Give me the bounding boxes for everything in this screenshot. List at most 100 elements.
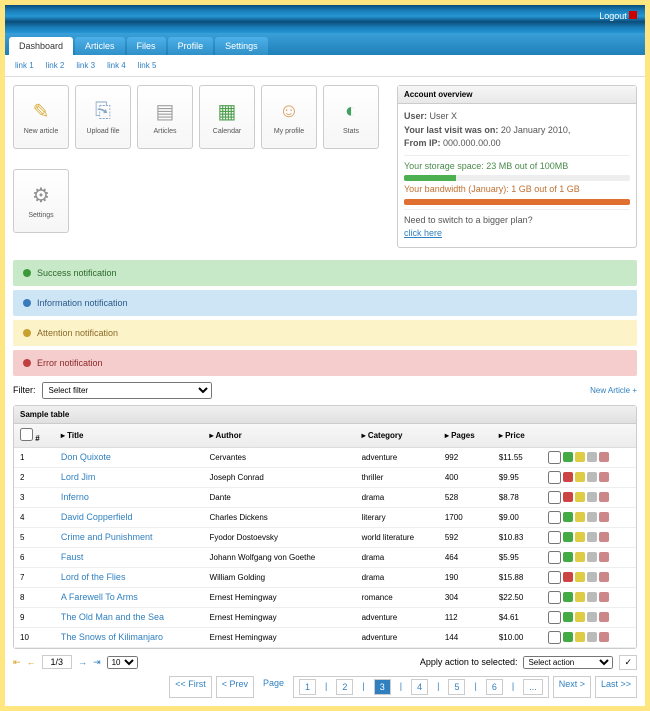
delete-icon[interactable]: [599, 472, 609, 482]
tile-new-article[interactable]: ✎New article: [13, 85, 69, 149]
per-page-select[interactable]: 10: [107, 656, 138, 669]
view-icon[interactable]: [587, 552, 597, 562]
col-header[interactable]: ▸ Author: [204, 424, 356, 448]
edit-icon[interactable]: [575, 632, 585, 642]
tile-my-profile[interactable]: ☺My profile: [261, 85, 317, 149]
delete-icon[interactable]: [599, 552, 609, 562]
row-checkbox[interactable]: [548, 471, 561, 484]
view-icon[interactable]: [587, 632, 597, 642]
delete-icon[interactable]: [599, 572, 609, 582]
status-error-icon[interactable]: [563, 472, 573, 482]
row-title-link[interactable]: Don Quixote: [61, 452, 111, 462]
upgrade-link[interactable]: click here: [404, 228, 442, 238]
col-header[interactable]: [542, 424, 636, 448]
sublink[interactable]: link 5: [138, 61, 157, 70]
view-icon[interactable]: [587, 452, 597, 462]
last-page-icon[interactable]: ⇥: [93, 657, 101, 668]
edit-icon[interactable]: [575, 512, 585, 522]
row-title-link[interactable]: Crime and Punishment: [61, 532, 153, 542]
tab-articles[interactable]: Articles: [75, 37, 125, 55]
pager-page[interactable]: 2: [336, 679, 353, 695]
view-icon[interactable]: [587, 532, 597, 542]
status-error-icon[interactable]: [563, 492, 573, 502]
status-ok-icon[interactable]: [563, 552, 573, 562]
edit-icon[interactable]: [575, 552, 585, 562]
row-title-link[interactable]: Inferno: [61, 492, 89, 502]
tile-settings[interactable]: ⚙Settings: [13, 169, 69, 233]
edit-icon[interactable]: [575, 572, 585, 582]
status-ok-icon[interactable]: [563, 512, 573, 522]
tab-dashboard[interactable]: Dashboard: [9, 37, 73, 55]
view-icon[interactable]: [587, 492, 597, 502]
pager-page[interactable]: 6: [486, 679, 503, 695]
tile-calendar[interactable]: ▦Calendar: [199, 85, 255, 149]
delete-icon[interactable]: [599, 612, 609, 622]
row-title-link[interactable]: The Snows of Kilimanjaro: [61, 632, 163, 642]
sublink[interactable]: link 2: [46, 61, 65, 70]
col-header[interactable]: #: [14, 424, 55, 448]
status-ok-icon[interactable]: [563, 532, 573, 542]
pager-page[interactable]: 4: [411, 679, 428, 695]
view-icon[interactable]: [587, 512, 597, 522]
row-checkbox[interactable]: [548, 511, 561, 524]
row-title-link[interactable]: Faust: [61, 552, 84, 562]
new-article-button[interactable]: New Article +: [590, 386, 637, 395]
view-icon[interactable]: [587, 572, 597, 582]
row-title-link[interactable]: Lord Jim: [61, 472, 96, 482]
pager-page[interactable]: 1: [299, 679, 316, 695]
apply-action-select[interactable]: Select action: [523, 656, 613, 669]
tab-settings[interactable]: Settings: [215, 37, 268, 55]
sublink[interactable]: link 1: [15, 61, 34, 70]
edit-icon[interactable]: [575, 472, 585, 482]
row-title-link[interactable]: The Old Man and the Sea: [61, 612, 164, 622]
row-checkbox[interactable]: [548, 611, 561, 624]
delete-icon[interactable]: [599, 492, 609, 502]
status-ok-icon[interactable]: [563, 632, 573, 642]
pager-first[interactable]: << First: [169, 676, 212, 698]
delete-icon[interactable]: [599, 452, 609, 462]
prev-page-icon[interactable]: ←: [27, 657, 36, 667]
row-checkbox[interactable]: [548, 631, 561, 644]
view-icon[interactable]: [587, 592, 597, 602]
pager-page[interactable]: ...: [523, 679, 543, 695]
view-icon[interactable]: [587, 472, 597, 482]
pager-page[interactable]: 3: [374, 679, 391, 695]
tile-articles[interactable]: ▤Articles: [137, 85, 193, 149]
select-all-checkbox[interactable]: [20, 428, 33, 441]
col-header[interactable]: ▸ Price: [493, 424, 542, 448]
row-checkbox[interactable]: [548, 571, 561, 584]
logout-link[interactable]: Logout: [599, 11, 637, 21]
row-checkbox[interactable]: [548, 551, 561, 564]
pager-next[interactable]: Next >: [553, 676, 591, 698]
sublink[interactable]: link 3: [76, 61, 95, 70]
tab-profile[interactable]: Profile: [168, 37, 214, 55]
pager-page[interactable]: 5: [448, 679, 465, 695]
row-checkbox[interactable]: [548, 531, 561, 544]
apply-button[interactable]: ✓: [619, 655, 637, 670]
row-title-link[interactable]: A Farewell To Arms: [61, 592, 138, 602]
row-title-link[interactable]: Lord of the Flies: [61, 572, 126, 582]
tile-upload-file[interactable]: ⎘Upload file: [75, 85, 131, 149]
tile-stats[interactable]: ◐Stats: [323, 85, 379, 149]
col-header[interactable]: ▸ Category: [356, 424, 439, 448]
delete-icon[interactable]: [599, 632, 609, 642]
tab-files[interactable]: Files: [127, 37, 166, 55]
first-page-icon[interactable]: ⇤: [13, 657, 21, 668]
filter-select[interactable]: Select filter: [42, 382, 212, 399]
delete-icon[interactable]: [599, 532, 609, 542]
edit-icon[interactable]: [575, 592, 585, 602]
edit-icon[interactable]: [575, 452, 585, 462]
delete-icon[interactable]: [599, 592, 609, 602]
row-checkbox[interactable]: [548, 591, 561, 604]
pager-last[interactable]: Last >>: [595, 676, 637, 698]
row-title-link[interactable]: David Copperfield: [61, 512, 133, 522]
col-header[interactable]: ▸ Title: [55, 424, 204, 448]
view-icon[interactable]: [587, 612, 597, 622]
status-error-icon[interactable]: [563, 572, 573, 582]
status-ok-icon[interactable]: [563, 592, 573, 602]
sublink[interactable]: link 4: [107, 61, 126, 70]
col-header[interactable]: ▸ Pages: [439, 424, 493, 448]
row-checkbox[interactable]: [548, 451, 561, 464]
delete-icon[interactable]: [599, 512, 609, 522]
row-checkbox[interactable]: [548, 491, 561, 504]
